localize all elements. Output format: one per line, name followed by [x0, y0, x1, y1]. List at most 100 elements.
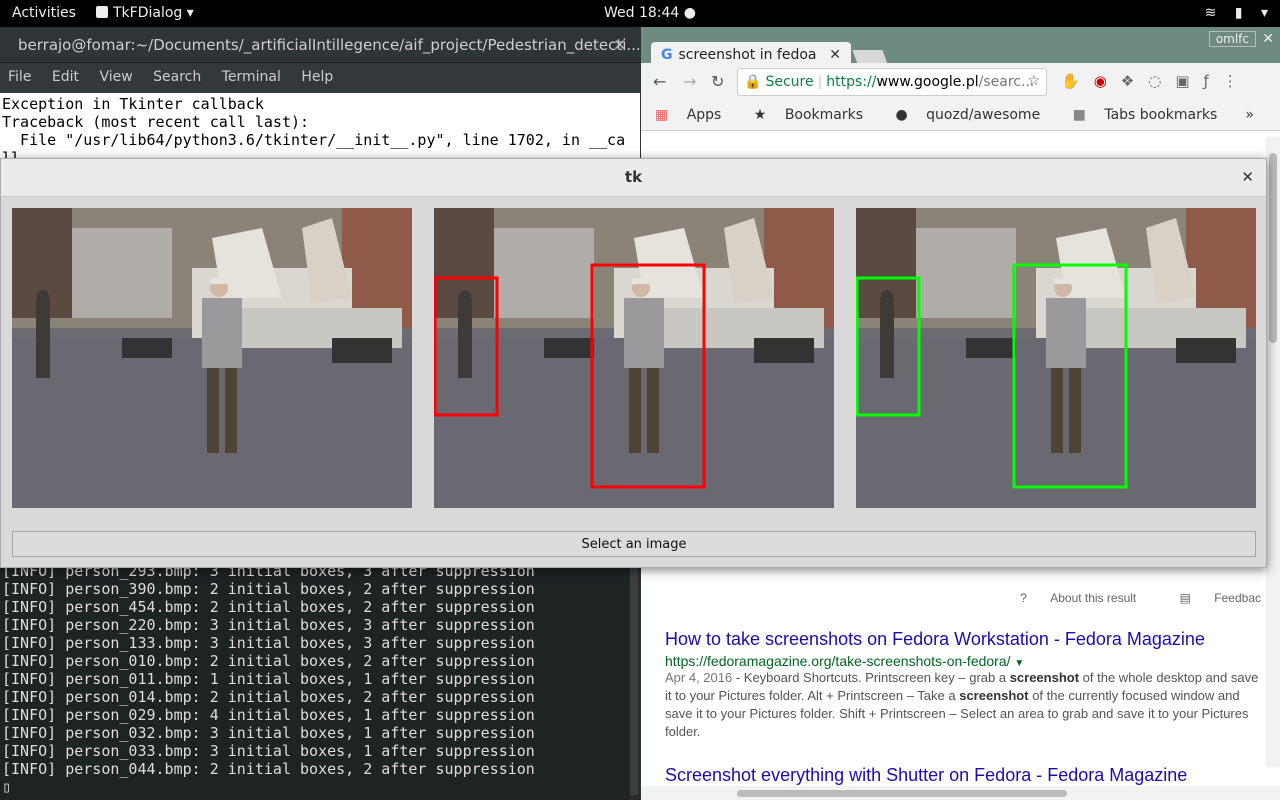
log-line: [INFO] person_010.bmp: 2 initial boxes, … [2, 652, 535, 670]
browser-vertical-scrollbar[interactable] [1266, 137, 1280, 767]
snippet-bold: screenshot [959, 688, 1029, 703]
terminal-title: berrajo@fomar:~/Documents/_artificialInt… [18, 36, 641, 54]
url-prefix: https:// [826, 74, 877, 90]
bookmark-label: quozd/awesome [926, 107, 1041, 123]
log-line: [INFO] person_029.bmp: 4 initial boxes, … [2, 706, 535, 724]
terminal-titlebar[interactable]: berrajo@fomar:~/Documents/_artificialInt… [0, 27, 641, 63]
result-date: Apr 4, 2016 [665, 670, 733, 685]
extension-shield-icon[interactable]: ◌ [1148, 72, 1161, 90]
terminal-line: Exception in Tkinter callback [2, 95, 264, 113]
bookmark-folder[interactable]: ■ Tabs bookmarks [1073, 107, 1232, 123]
log-line: [INFO] person_033.bmp: 3 initial boxes, … [2, 742, 535, 760]
activities-button[interactable]: Activities [12, 5, 76, 21]
tk-dialog-window: tk ✕ Select an image [0, 158, 1267, 568]
tab-strip: Gscreenshot in fedoa ✕ omlfc ✕ [641, 27, 1280, 70]
bookmark-star-icon[interactable]: ☆ [1027, 73, 1040, 89]
extension-hand-icon[interactable]: ✋ [1061, 72, 1080, 90]
bookmark-bookmarks[interactable]: ★ Bookmarks [754, 107, 877, 123]
lock-icon: 🔒 [744, 74, 762, 90]
feedback-icon: ▤ [1179, 591, 1191, 605]
help-icon: ? [1020, 591, 1027, 605]
feedback-link[interactable]: ▤ Feedbac [1160, 591, 1261, 605]
browser-horizontal-scrollbar[interactable] [641, 786, 1280, 800]
menu-kebab-icon[interactable]: ⋮ [1223, 72, 1238, 90]
original-image [12, 208, 412, 508]
back-icon[interactable]: ← [653, 72, 666, 91]
menu-search[interactable]: Search [153, 69, 201, 85]
log-line: [INFO] person_390.bmp: 2 initial boxes, … [2, 580, 535, 598]
terminal-scrollbar[interactable] [630, 567, 638, 795]
bookmark-github[interactable]: ● quozd/awesome [895, 107, 1054, 123]
chevron-down-icon: ▾ [1260, 5, 1268, 21]
reload-icon[interactable]: ↻ [711, 72, 724, 91]
bookmark-label: Apps [686, 107, 722, 123]
top-bar: Activities TkFDialog ▾ Wed 18:44 ● ≋ ▮ ▾ [0, 0, 1280, 27]
browser-toolbar: ← → ↻ 🔒 Secure | https://www.google.pl/sear… [641, 63, 1280, 101]
app-menu[interactable]: TkFDialog ▾ [96, 5, 194, 21]
system-tray[interactable]: ≋ ▮ ▾ [1191, 5, 1268, 21]
about-result-label: About this result [1050, 591, 1137, 605]
extension-adblock-icon[interactable]: ◉ [1094, 72, 1107, 90]
tk-title: tk [624, 168, 643, 186]
log-line: [INFO] person_133.bmp: 3 initial boxes, … [2, 634, 535, 652]
street-scene-image [856, 208, 1256, 508]
terminal-line: Traceback (most recent call last): [2, 113, 310, 131]
battery-icon: ▮ [1234, 5, 1243, 21]
scroll-thumb[interactable] [737, 790, 1067, 797]
star-icon: ★ [753, 107, 767, 123]
snippet-text: - Keyboard Shortcuts. Printscreen key – … [732, 670, 1010, 685]
about-result-link[interactable]: ? About this result [1000, 591, 1136, 605]
more-bookmarks-icon[interactable]: » [1245, 107, 1254, 123]
street-scene-image [12, 208, 412, 508]
log-line: [INFO] person_044.bmp: 2 initial boxes, … [2, 760, 535, 778]
select-image-button[interactable]: Select an image [12, 531, 1256, 557]
google-icon: G [661, 47, 673, 63]
chevron-down-icon: ▾ [186, 5, 194, 21]
terminal-output-log[interactable]: [INFO] person_293.bmp: 3 initial boxes, … [0, 562, 630, 800]
detection-image-red [434, 208, 834, 508]
menu-help[interactable]: Help [301, 69, 333, 85]
extension-icons: ✋ ◉ ❖ ◌ ▣ ƒ ⋮ [1061, 72, 1252, 90]
tk-titlebar[interactable]: tk ✕ [1, 159, 1266, 197]
address-bar[interactable]: 🔒 Secure | https://www.google.pl/searc... ☆ [737, 68, 1047, 96]
new-tab-button[interactable] [852, 50, 888, 64]
log-line: [INFO] person_014.bmp: 2 initial boxes, … [2, 688, 535, 706]
folder-icon: ■ [1072, 107, 1086, 123]
terminal-output-top[interactable]: Exception in Tkinter callback Traceback (… [0, 93, 640, 159]
detection-image-green [856, 208, 1256, 508]
menu-edit[interactable]: Edit [52, 69, 79, 85]
extension-f-icon[interactable]: ƒ [1204, 72, 1209, 90]
result-url-text: https://fedoramagazine.org/take-screensh… [665, 653, 1011, 669]
menu-terminal[interactable]: Terminal [222, 69, 281, 85]
feedback-label: Feedbac [1214, 591, 1261, 605]
github-icon: ● [895, 107, 908, 123]
app-menu-label: TkFDialog [113, 5, 183, 21]
app-icon [96, 6, 108, 18]
bookmark-apps[interactable]: ▦ Apps [655, 107, 735, 123]
url-rest: /searc... [978, 74, 1035, 90]
bookmarks-bar: ▦ Apps ★ Bookmarks ● quozd/awesome ■ Tab… [641, 101, 1280, 131]
terminal-menubar: File Edit View Search Terminal Help [0, 63, 640, 93]
close-window-icon[interactable]: ✕ [1262, 31, 1274, 47]
log-line: [INFO] person_011.bmp: 1 initial boxes, … [2, 670, 535, 688]
secure-label: Secure [765, 74, 814, 90]
close-icon[interactable]: ✕ [613, 36, 626, 54]
extension-user-icon[interactable]: ▣ [1175, 72, 1189, 90]
profile-label[interactable]: omlfc [1208, 31, 1256, 47]
menu-view[interactable]: View [99, 69, 132, 85]
clock[interactable]: Wed 18:44 ● [604, 5, 696, 21]
forward-icon[interactable]: → [683, 72, 696, 91]
menu-file[interactable]: File [8, 69, 31, 85]
chevron-down-icon[interactable]: ▼ [1014, 658, 1024, 669]
result-url[interactable]: https://fedoramagazine.org/take-screensh… [665, 653, 1024, 669]
close-icon[interactable]: ✕ [1241, 168, 1254, 186]
result-title-link[interactable]: How to take screenshots on Fedora Workst… [665, 629, 1205, 650]
result-actions: ? About this result ▤ Feedbac [980, 591, 1261, 605]
log-line: [INFO] person_032.bmp: 3 initial boxes, … [2, 724, 535, 742]
notification-dot-icon: ● [683, 5, 696, 21]
scroll-thumb[interactable] [1269, 153, 1277, 343]
result-title-link[interactable]: Screenshot everything with Shutter on Fe… [665, 765, 1187, 786]
close-tab-icon[interactable]: ✕ [829, 47, 841, 63]
dropbox-icon[interactable]: ❖ [1121, 72, 1134, 90]
street-scene-image [434, 208, 834, 508]
